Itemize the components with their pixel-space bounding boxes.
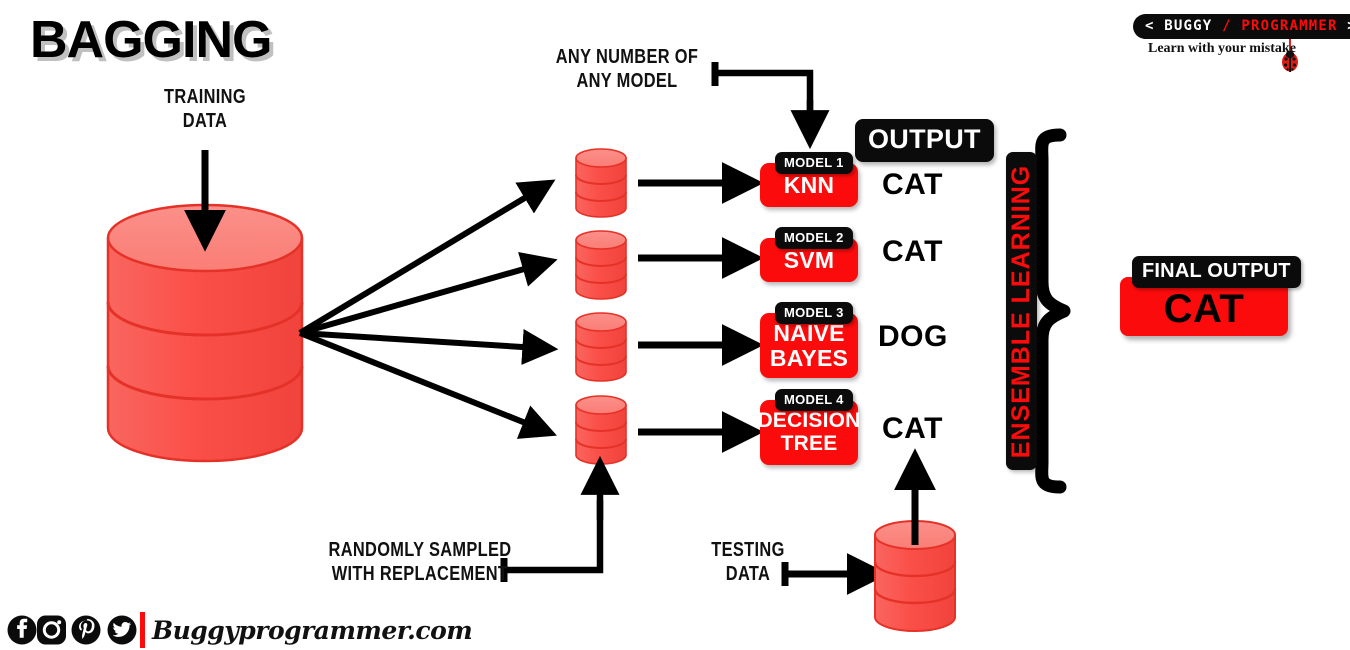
footer-website[interactable]: Buggyprogrammer.com	[152, 616, 473, 645]
page-title: BAGGING	[30, 11, 272, 69]
model-name-2: SVM	[783, 246, 835, 273]
ensemble-learning-label: ENSEMBLE LEARNING	[1007, 164, 1035, 458]
sample-cylinder-3	[575, 312, 627, 382]
social-icon-facebook[interactable]	[7, 615, 37, 645]
model-badge-1: MODEL 1	[775, 152, 853, 174]
model-name-4: DECISION TREE	[757, 409, 861, 455]
model-prediction-2: CAT	[882, 235, 943, 268]
sample-cylinder-4	[575, 395, 627, 465]
footer-divider	[140, 612, 145, 648]
model-badge-4: MODEL 4	[775, 389, 853, 411]
sample-cylinder-1	[575, 148, 627, 218]
sample-cylinder-2	[575, 230, 627, 300]
logo-left-bracket: <	[1145, 18, 1155, 34]
brand-tagline: Learn with your mistake	[1148, 41, 1296, 56]
model-prediction-4: CAT	[882, 412, 943, 445]
social-icon-twitter[interactable]	[107, 615, 137, 645]
model-name-1: KNN	[783, 171, 835, 198]
label-randomly-sampled-with-replacement: RANDOMLY SAMPLED WITH REPLACEMENT	[328, 539, 512, 586]
ensemble-brace	[1035, 128, 1071, 494]
model-badge-2: MODEL 2	[775, 227, 853, 249]
sample-to-model-arrows	[638, 162, 764, 453]
model-badge-3: MODEL 3	[775, 302, 853, 324]
social-icon-pinterest[interactable]	[71, 615, 101, 645]
label-testing-data: TESTING DATA	[711, 539, 785, 586]
model-name-3: NAIVE BAYES	[769, 320, 849, 371]
model-prediction-3: DOG	[878, 320, 948, 353]
brand-logo-pill[interactable]: < BUGGY / PROGRAMMER >	[1133, 14, 1350, 39]
ensemble-learning-bar: ENSEMBLE LEARNING	[1006, 152, 1037, 470]
training-data-cylinder	[106, 203, 304, 463]
final-output-value: CAT	[1163, 287, 1245, 331]
output-header-badge: OUTPUT	[855, 119, 994, 162]
diagram-canvas: BAGGING TRAINING DATA ANY NUMBER OF ANY …	[0, 0, 1350, 650]
final-output-badge: FINAL OUTPUT	[1132, 256, 1301, 288]
model-prediction-1: CAT	[882, 168, 943, 201]
label-training-data: TRAINING DATA	[164, 86, 246, 133]
bootstrap-fan-arrows	[298, 179, 559, 439]
any-model-connector	[711, 62, 830, 150]
logo-brand-second: / PROGRAMMER	[1222, 18, 1338, 34]
logo-brand-first: BUGGY	[1164, 18, 1213, 34]
label-any-number-of-any-model: ANY NUMBER OF ANY MODEL	[555, 46, 699, 93]
social-icon-instagram[interactable]	[37, 615, 66, 645]
